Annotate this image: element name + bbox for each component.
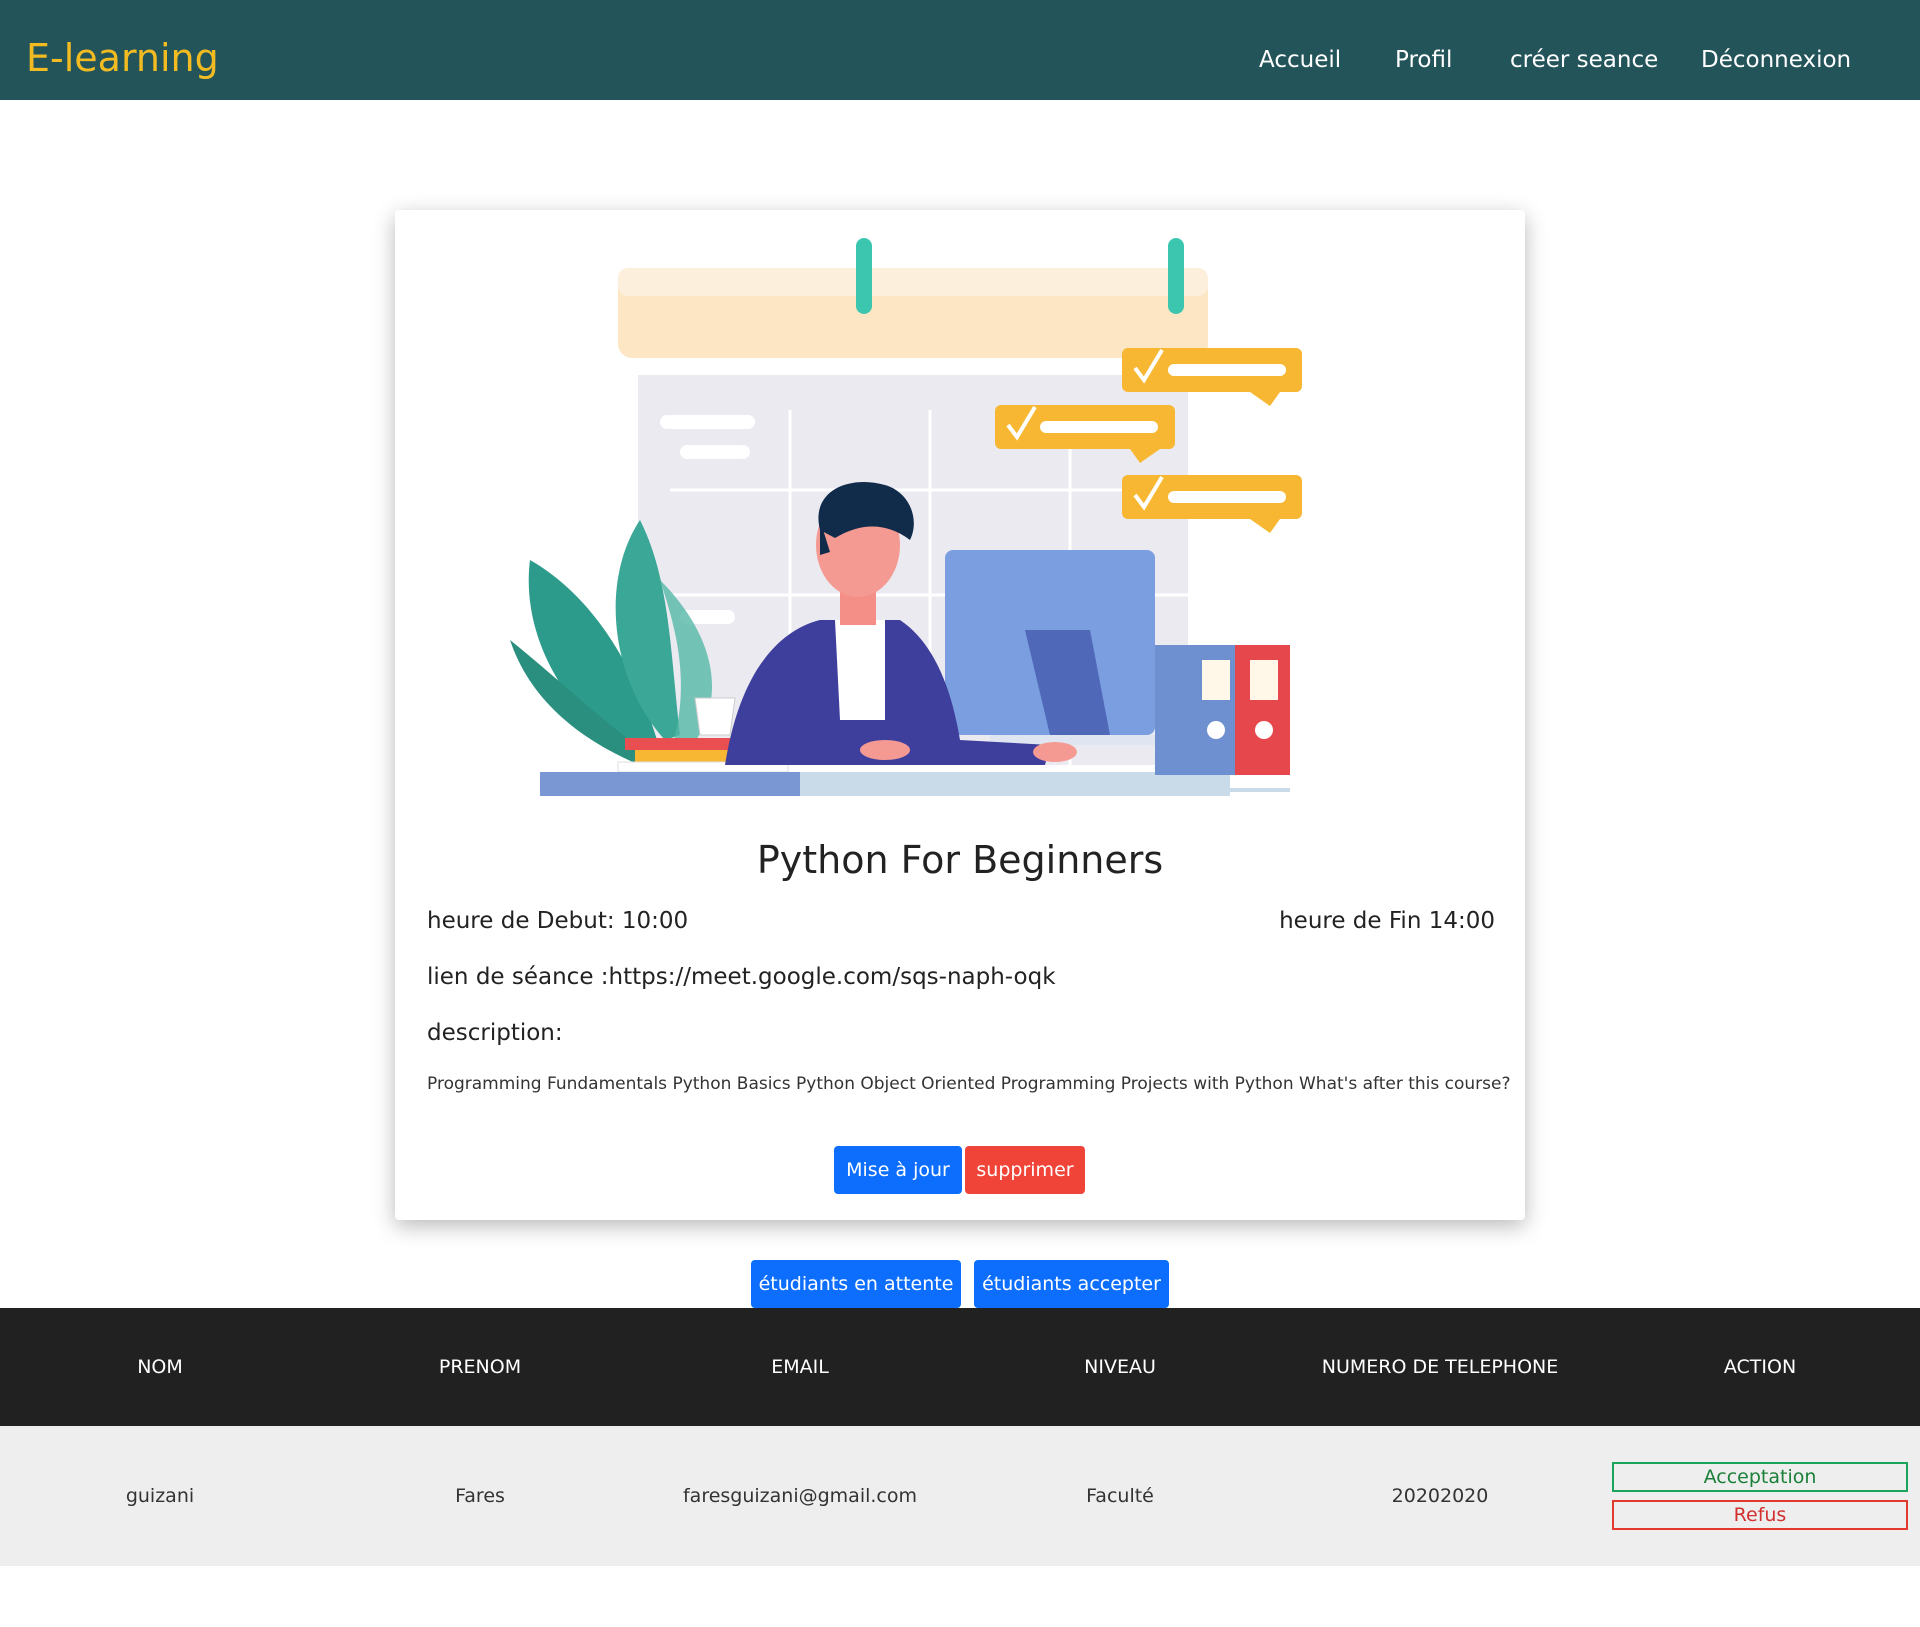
nav-creer-seance[interactable]: créer seance xyxy=(1510,47,1658,73)
cell-telephone: 20202020 xyxy=(1391,1485,1489,1507)
cell-niveau: Faculté xyxy=(1086,1485,1154,1507)
students-table: NOM PRENOM EMAIL NIVEAU NUMERO DE TELEPH… xyxy=(0,1308,1920,1566)
start-time: heure de Debut: 10:00 xyxy=(427,908,689,934)
accept-button[interactable]: Acceptation xyxy=(1612,1462,1908,1492)
nav-accueil[interactable]: Accueil xyxy=(1259,47,1341,73)
accepted-students-button[interactable]: étudiants accepter xyxy=(974,1260,1169,1308)
column-header-nom: NOM xyxy=(137,1356,183,1378)
waiting-students-button[interactable]: étudiants en attente xyxy=(751,1260,961,1308)
update-button[interactable]: Mise à jour xyxy=(834,1146,962,1194)
nav-profil[interactable]: Profil xyxy=(1395,47,1452,73)
session-card: Python For Beginners heure de Debut: 10:… xyxy=(395,210,1525,1220)
description-text: Programming Fundamentals Python Basics P… xyxy=(427,1074,1511,1094)
column-header-niveau: NIVEAU xyxy=(1084,1356,1156,1378)
end-time: heure de Fin 14:00 xyxy=(1279,908,1495,934)
cell-email: faresguizani@gmail.com xyxy=(682,1485,918,1507)
column-header-telephone: NUMERO DE TELEPHONE xyxy=(1321,1356,1559,1378)
delete-button[interactable]: supprimer xyxy=(965,1146,1085,1194)
refuse-button[interactable]: Refus xyxy=(1612,1500,1908,1530)
session-title: Python For Beginners xyxy=(756,838,1164,882)
calendar-work-illustration xyxy=(510,238,1302,796)
nav-deconnexion[interactable]: Déconnexion xyxy=(1701,47,1851,73)
cell-action: Acceptation Refus xyxy=(1600,1426,1920,1566)
table-header-row: NOM PRENOM EMAIL NIVEAU NUMERO DE TELEPH… xyxy=(0,1308,1920,1426)
brand-logo[interactable]: E-learning xyxy=(26,36,219,80)
cell-prenom: Fares xyxy=(455,1485,505,1507)
table-row: guizani Fares faresguizani@gmail.com Fac… xyxy=(0,1426,1920,1566)
top-navbar: E-learning Accueil Profil créer seance D… xyxy=(0,0,1920,100)
column-header-prenom: PRENOM xyxy=(438,1356,522,1378)
cell-nom: guizani xyxy=(125,1485,195,1507)
column-header-action: ACTION xyxy=(1723,1356,1797,1378)
column-header-email: EMAIL xyxy=(771,1356,829,1378)
session-link[interactable]: lien de séance :https://meet.google.com/… xyxy=(427,964,1056,990)
description-label: description: xyxy=(427,1020,563,1046)
